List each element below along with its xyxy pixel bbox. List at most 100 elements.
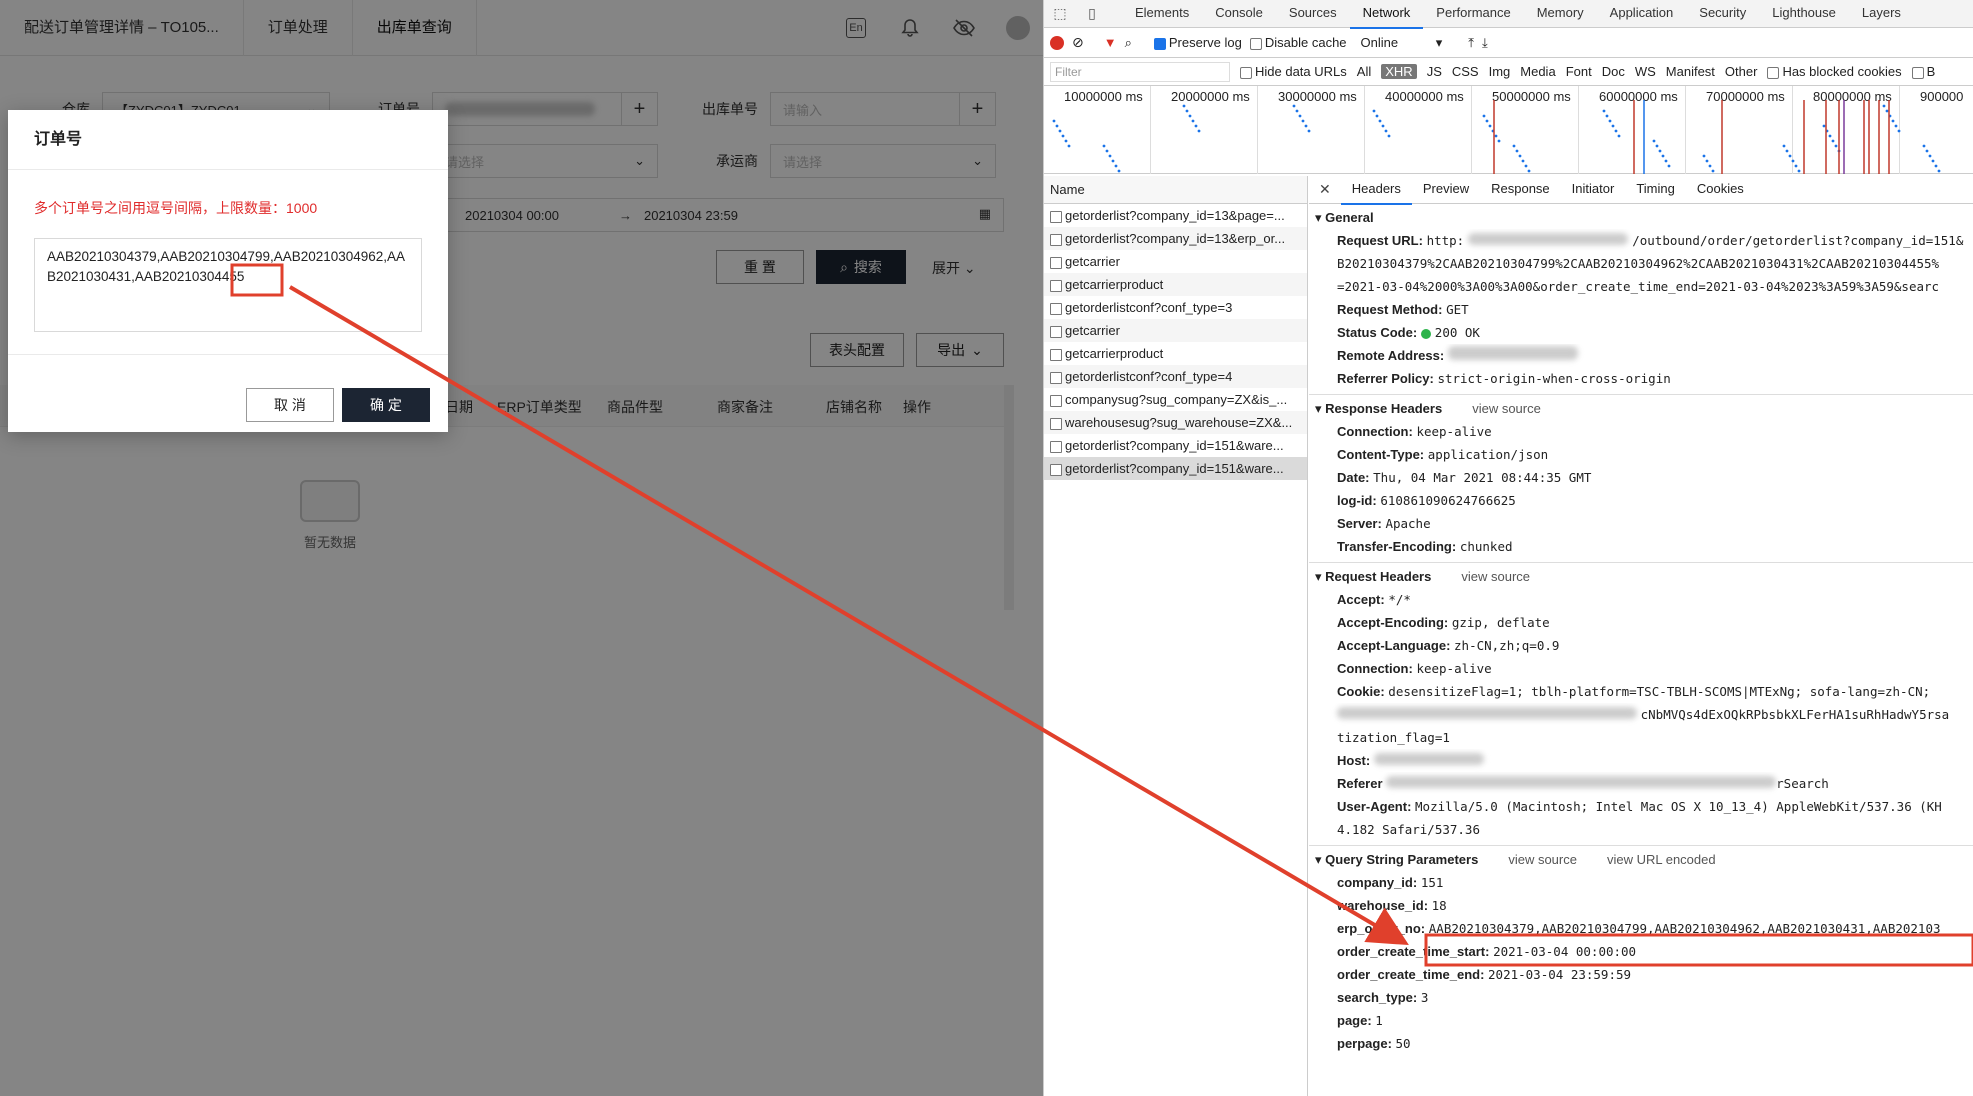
request-dot: [1497, 139, 1501, 143]
param-key: company_id:: [1337, 875, 1418, 890]
export-har-icon[interactable]: ⤓: [1482, 35, 1488, 51]
param-key: page:: [1337, 1013, 1372, 1028]
request-dot: [1928, 154, 1932, 158]
param-value: 18: [1431, 898, 1447, 913]
ok-button[interactable]: 确 定: [342, 388, 430, 422]
request-row[interactable]: getcarrierproduct: [1044, 273, 1307, 296]
request-headers-section[interactable]: ▾ Request Headers view source: [1309, 566, 1973, 588]
status-row: Status Code: 200 OK: [1337, 325, 1480, 340]
filter-type-css[interactable]: CSS: [1452, 64, 1479, 79]
redacted-host: [1373, 753, 1484, 765]
network-overview[interactable]: 10000000 ms 20000000 ms 30000000 ms 4000000…: [1044, 86, 1973, 174]
request-row[interactable]: getorderlist?company_id=13&page=...: [1044, 204, 1307, 227]
request-dot: [1782, 144, 1786, 148]
devtools-tab-layers[interactable]: Layers: [1849, 0, 1914, 29]
request-dot: [1834, 144, 1838, 148]
request-dot: [1885, 109, 1889, 113]
close-icon[interactable]: ✕: [1309, 181, 1341, 198]
param-key: search_type:: [1337, 990, 1418, 1005]
devtools-tab-elements[interactable]: Elements: [1122, 0, 1202, 29]
detail-tab-response[interactable]: Response: [1480, 175, 1561, 205]
request-row[interactable]: companysug?sug_company=ZX&is_...: [1044, 388, 1307, 411]
query-param-row: perpage: 50: [1309, 1032, 1973, 1055]
filter-type-manifest[interactable]: Manifest: [1666, 64, 1715, 79]
filter-type-font[interactable]: Font: [1566, 64, 1592, 79]
request-row[interactable]: getorderlistconf?conf_type=3: [1044, 296, 1307, 319]
devtools-tab-sources[interactable]: Sources: [1276, 0, 1350, 29]
preserve-log-checkbox[interactable]: Preserve log: [1153, 35, 1242, 50]
general-section[interactable]: ▾ General: [1309, 207, 1973, 229]
view-source-link[interactable]: view source: [1461, 569, 1530, 584]
accept-row: Accept: */*: [1337, 592, 1411, 607]
device-toggle-icon[interactable]: ▯: [1082, 4, 1102, 24]
request-dot: [1301, 119, 1305, 123]
devtools-tab-network[interactable]: Network: [1349, 0, 1424, 29]
request-dot: [1611, 124, 1615, 128]
param-value: 1: [1375, 1013, 1383, 1028]
devtools-tab-lighthouse[interactable]: Lighthouse: [1759, 0, 1849, 29]
filter-type-other[interactable]: Other: [1725, 64, 1758, 79]
query-string-section[interactable]: ▾ Query String Parameters view source view…: [1309, 849, 1973, 871]
redacted-ip: [1447, 346, 1578, 360]
hide-data-urls-checkbox[interactable]: Hide data URLs: [1240, 64, 1347, 79]
devtools-tab-application[interactable]: Application: [1597, 0, 1687, 29]
import-icon[interactable]: ⤒: [1468, 35, 1474, 51]
filter-type-img[interactable]: Img: [1489, 64, 1511, 79]
request-row[interactable]: getcarrierproduct: [1044, 342, 1307, 365]
inspect-icon[interactable]: ⬚: [1050, 4, 1070, 24]
search-icon[interactable]: ⌕: [1125, 35, 1132, 51]
param-value: 3: [1420, 990, 1429, 1005]
filter-icon[interactable]: ▼: [1104, 35, 1117, 50]
response-headers-section[interactable]: ▾ Response Headers view source: [1309, 398, 1973, 420]
request-type-icon: [1050, 233, 1062, 246]
filter-type-media[interactable]: Media: [1520, 64, 1555, 79]
view-source-link[interactable]: view source: [1472, 401, 1541, 416]
detail-tab-headers[interactable]: Headers: [1340, 175, 1412, 205]
request-row[interactable]: getcarrier: [1044, 250, 1307, 273]
response-header-row: Content-Type: application/json: [1309, 443, 1973, 466]
filter-type-xhr[interactable]: XHR: [1381, 64, 1417, 79]
header-key: Content-Type:: [1337, 447, 1425, 462]
devtools-tab-security[interactable]: Security: [1686, 0, 1759, 29]
request-dot: [1664, 159, 1668, 163]
disable-cache-checkbox[interactable]: Disable cache: [1249, 35, 1347, 50]
throttle-select[interactable]: Online ▾: [1361, 35, 1443, 51]
filter-input[interactable]: Filter: [1050, 61, 1230, 82]
request-dot: [1655, 144, 1659, 148]
request-dot: [1608, 119, 1612, 123]
view-url-encoded-link[interactable]: view URL encoded: [1607, 852, 1716, 867]
request-row[interactable]: getorderlist?company_id=13&erp_or...: [1044, 227, 1307, 250]
request-name: getcarrierproduct: [1065, 277, 1164, 292]
request-dot: [1605, 114, 1609, 118]
detail-tab-timing[interactable]: Timing: [1625, 175, 1686, 205]
header-key: Date:: [1337, 470, 1370, 485]
devtools-tab-performance[interactable]: Performance: [1423, 0, 1523, 29]
cookie-row-cont: cNbMVQs4dExOQkRPbsbkXLFerHA1suRhHadwY5rs…: [1309, 703, 1973, 726]
request-dot: [1791, 159, 1795, 163]
detail-tab-initiator[interactable]: Initiator: [1561, 175, 1626, 205]
filter-type-js[interactable]: JS: [1427, 64, 1442, 79]
request-row[interactable]: getorderlistconf?conf_type=4: [1044, 365, 1307, 388]
view-source-link[interactable]: view source: [1508, 852, 1577, 867]
devtools-tab-memory[interactable]: Memory: [1524, 0, 1597, 29]
filter-type-all[interactable]: All: [1357, 64, 1371, 79]
request-row[interactable]: getorderlist?company_id=151&ware...: [1044, 434, 1307, 457]
name-column-header[interactable]: Name: [1044, 176, 1307, 204]
request-row[interactable]: getorderlist?company_id=151&ware...: [1044, 457, 1307, 480]
blocked-requests-checkbox[interactable]: B: [1911, 64, 1935, 79]
cancel-button[interactable]: 取 消: [246, 388, 334, 422]
request-row[interactable]: getcarrier: [1044, 319, 1307, 342]
blocked-cookies-checkbox[interactable]: Has blocked cookies: [1767, 64, 1902, 79]
record-icon[interactable]: [1050, 35, 1064, 50]
param-key: order_create_time_start:: [1337, 944, 1490, 959]
param-value: 2021-03-04 23:59:59: [1488, 967, 1632, 982]
request-row[interactable]: warehousesug?sug_warehouse=ZX&...: [1044, 411, 1307, 434]
detail-tab-preview[interactable]: Preview: [1412, 175, 1480, 205]
filter-type-ws[interactable]: WS: [1635, 64, 1656, 79]
filter-type-doc[interactable]: Doc: [1602, 64, 1625, 79]
devtools-tab-console[interactable]: Console: [1202, 0, 1276, 29]
order-no-textarea[interactable]: AAB20210304379,AAB20210304799,AAB2021030…: [34, 238, 422, 332]
detail-tab-cookies[interactable]: Cookies: [1686, 175, 1755, 205]
clear-icon[interactable]: ⊘: [1072, 34, 1084, 51]
textarea-value: AAB20210304379,AAB20210304799,AAB2021030…: [47, 249, 406, 284]
